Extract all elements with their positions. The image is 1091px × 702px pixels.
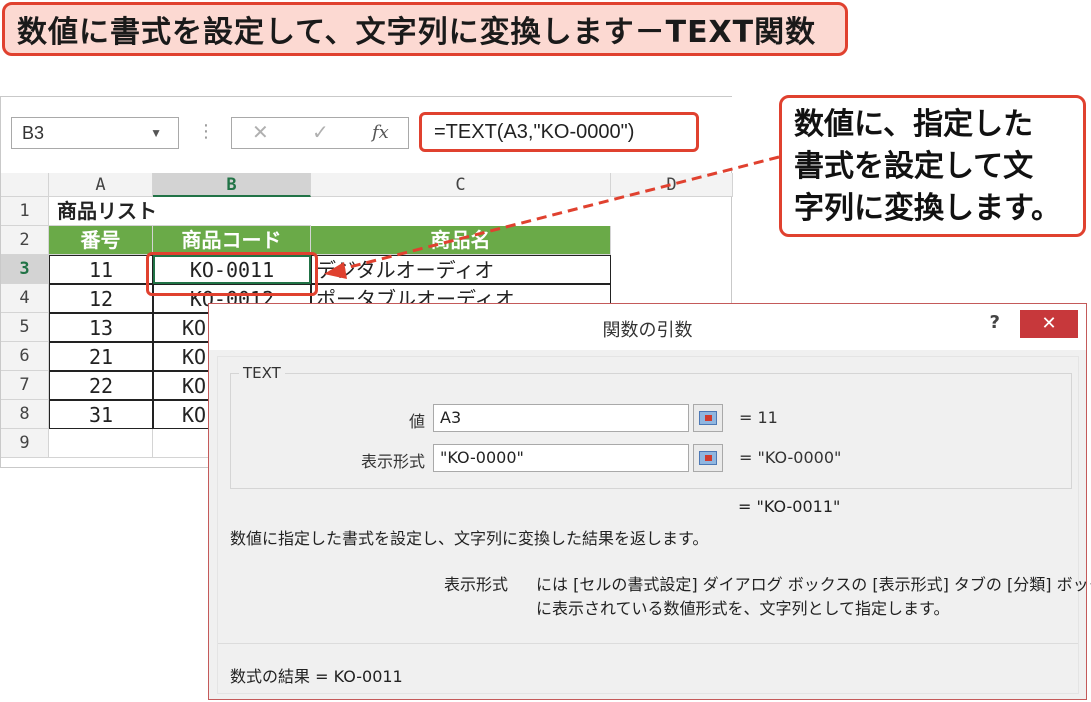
collapse-dialog-icon[interactable] [693,444,723,472]
format-text-input[interactable]: "KO-0000" [433,444,689,472]
overall-result: = "KO-0011" [738,497,841,516]
close-button[interactable]: ✕ [1020,310,1078,338]
formula-result: 数式の結果 = KO-0011 [230,667,403,686]
arg-help-text: には [セルの書式設定] ダイアログ ボックスの [表示形式] タブの [分類]… [536,575,1091,594]
dialog-titlebar[interactable]: 関数の引数 ? ✕ [209,304,1086,350]
callout-line: 字列に変換します。 [794,191,1061,226]
callout-line: 数値に、指定した [794,107,1034,142]
value-input[interactable]: A3 [433,404,689,432]
arg-help-text: に表示されている数値形式を、文字列として指定します。 [536,599,950,618]
dialog-title: 関数の引数 [602,320,693,341]
function-arguments-dialog: 関数の引数 ? ✕ TEXT 値 A3 = 11 表示形式 "KO-0000" … [208,303,1091,700]
explanation-callout: 数値に、指定した 書式を設定して文 字列に変換します。 [779,95,1086,237]
arg-label-value: 値 [408,412,425,431]
arguments-group: TEXT 値 A3 = 11 表示形式 "KO-0000" = "KO-0000… [230,364,1072,489]
callout-line: 書式を設定して文 [794,149,1034,184]
function-description: 数値に指定した書式を設定し、文字列に変換した結果を返します。 [230,529,709,548]
function-name: TEXT [239,364,285,382]
arg-help-name: 表示形式 [444,575,509,594]
dialog-body: TEXT 値 A3 = 11 表示形式 "KO-0000" = "KO-0000… [217,356,1091,694]
collapse-dialog-icon[interactable] [693,404,723,432]
arg-result-format: = "KO-0000" [739,448,842,467]
help-icon[interactable]: ? [990,312,1000,333]
arg-label-format: 表示形式 [360,452,425,471]
divider [218,643,1078,644]
arg-result-value: = 11 [739,408,778,427]
